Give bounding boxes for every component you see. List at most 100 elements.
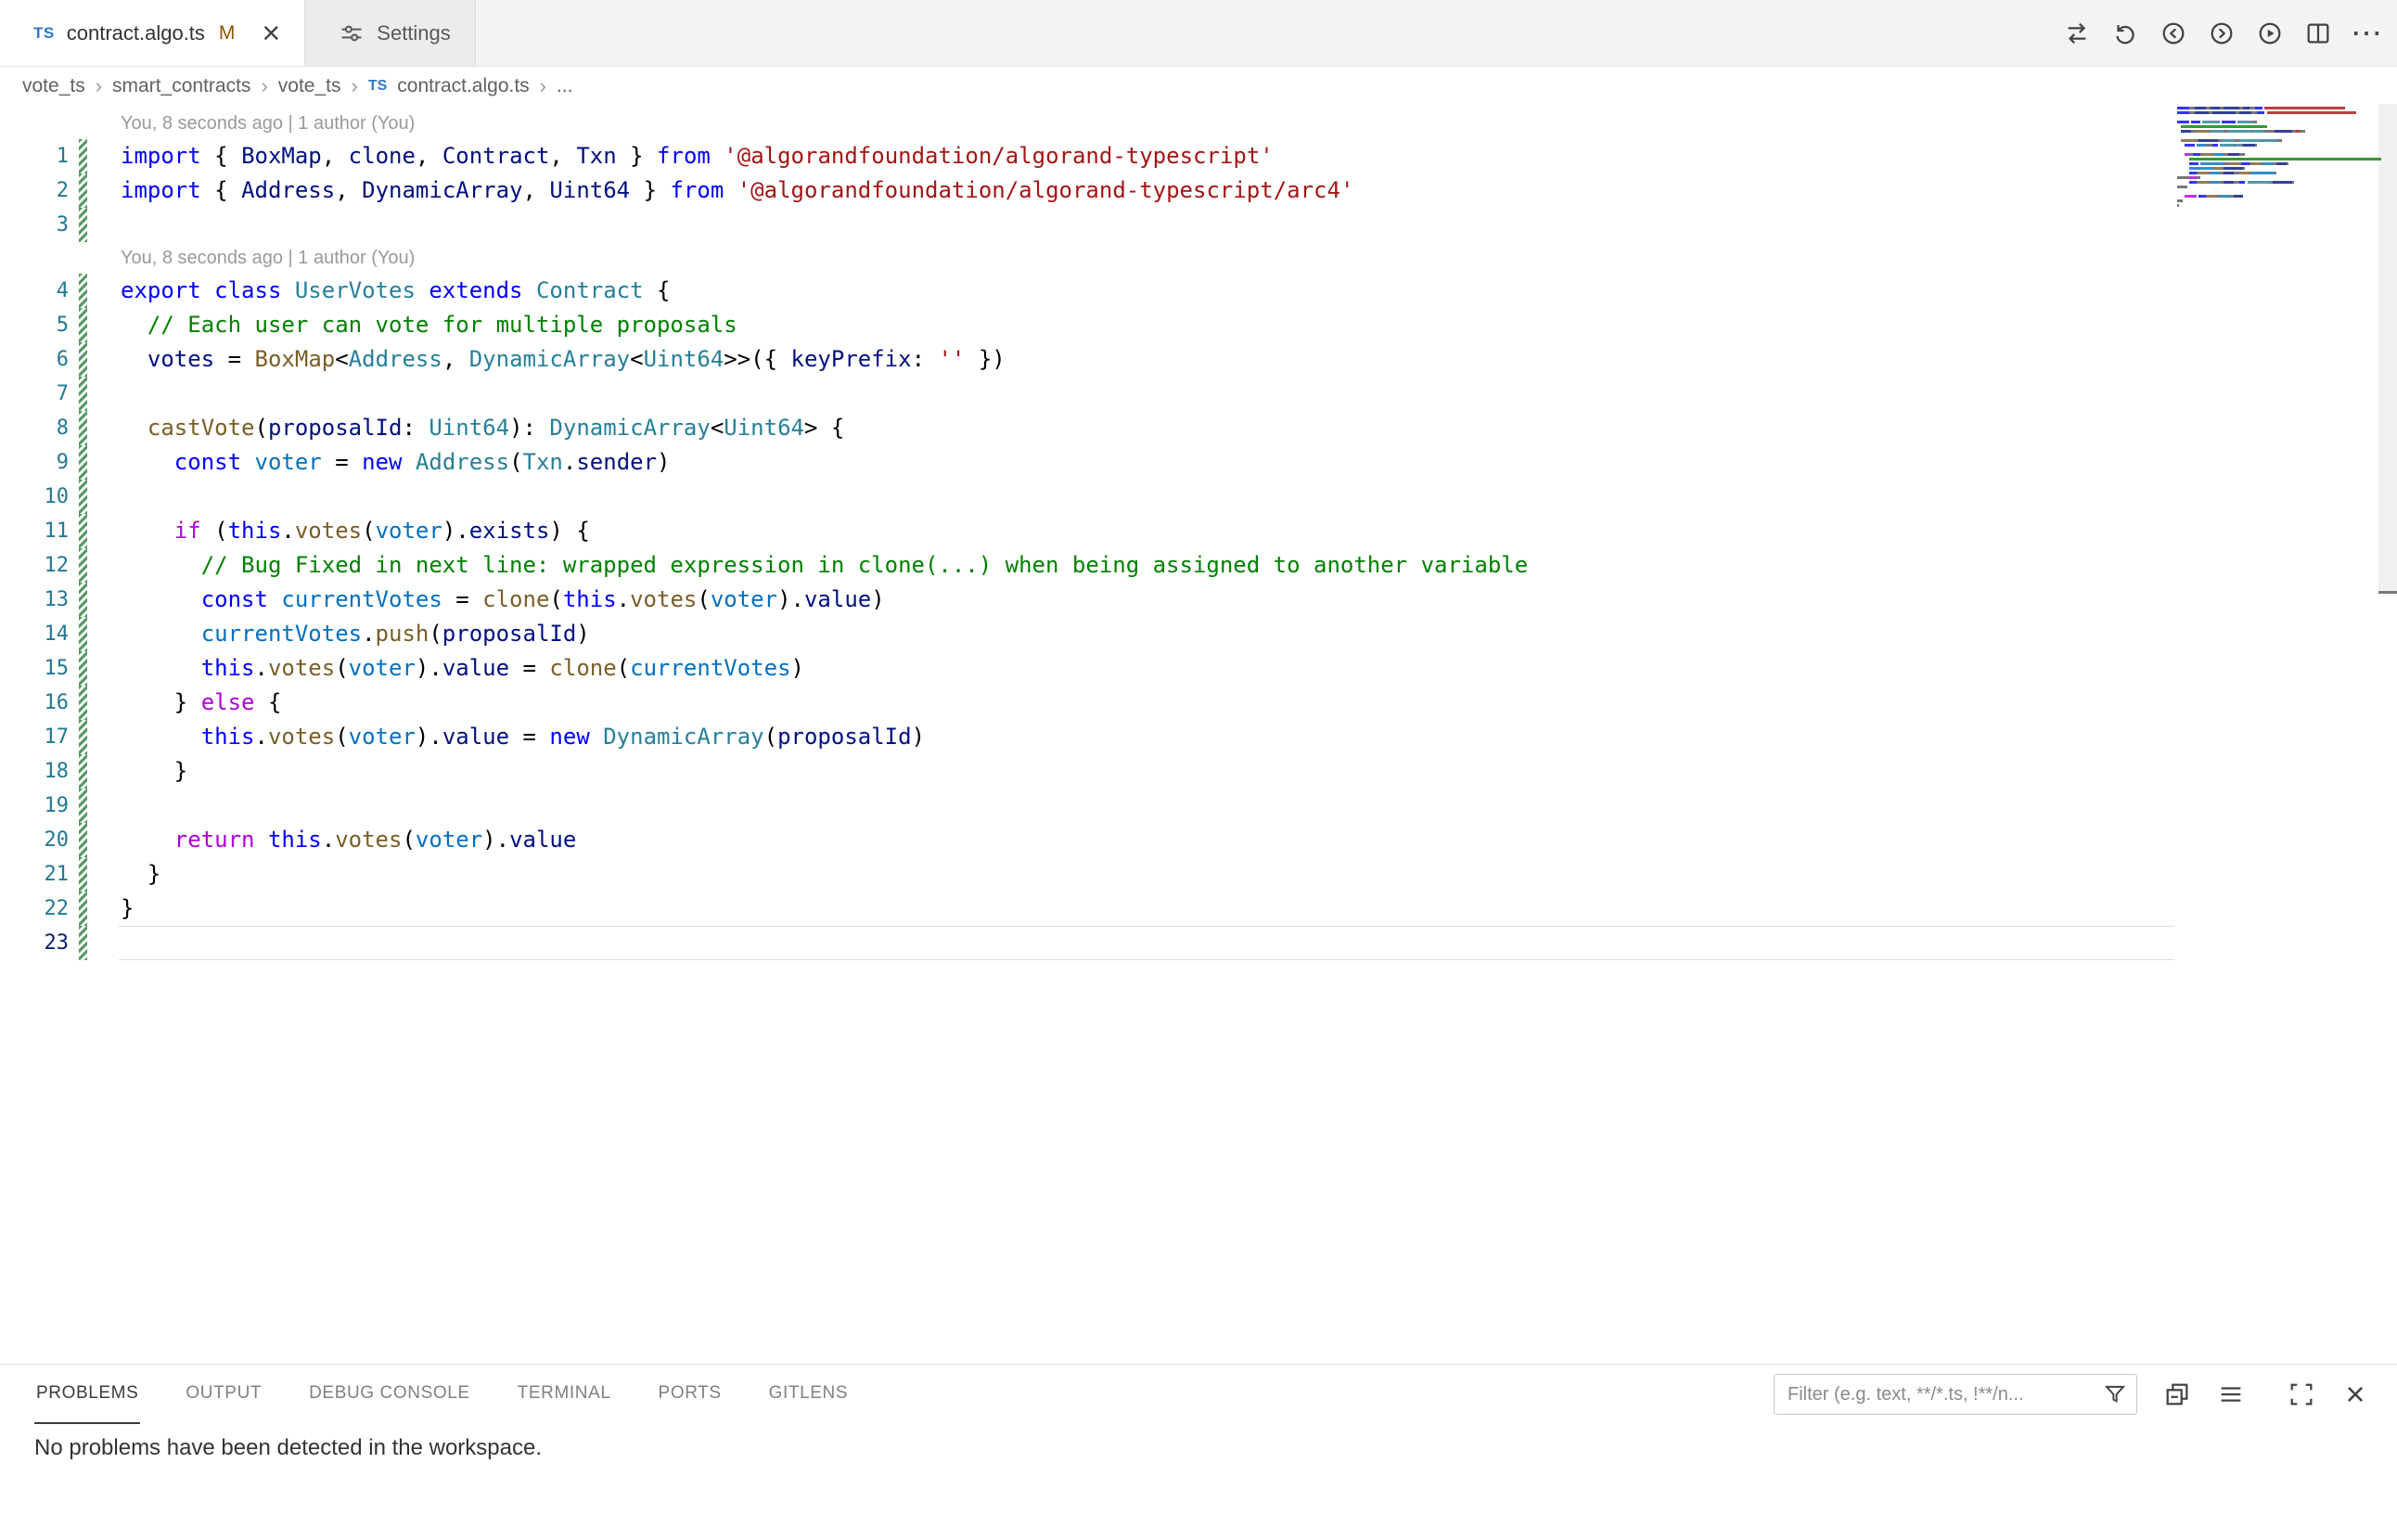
git-added-gutter-decoration — [79, 480, 87, 514]
line-number[interactable]: 2 — [0, 173, 69, 208]
git-added-gutter-decoration — [79, 173, 87, 208]
code-line-text[interactable]: // Each user can vote for multiple propo… — [121, 308, 737, 342]
breadcrumb-item-file[interactable]: contract.algo.ts — [397, 75, 529, 97]
code-line-text[interactable]: import { BoxMap, clone, Contract, Txn } … — [121, 139, 1274, 173]
code-row: 10 — [0, 480, 2397, 514]
code-line-text[interactable]: import { Address, DynamicArray, Uint64 }… — [121, 173, 1353, 208]
close-panel-button[interactable]: × — [2334, 1373, 2377, 1416]
codelens-row: You, 8 seconds ago | 1 author (You) — [0, 242, 2397, 274]
code-line-text[interactable]: currentVotes.push(proposalId) — [121, 617, 590, 651]
git-added-gutter-decoration — [79, 789, 87, 823]
code-line-text[interactable]: castVote(proposalId: Uint64): DynamicArr… — [121, 411, 844, 445]
problems-filter-input[interactable] — [1774, 1374, 2137, 1415]
more-actions-button[interactable]: ⋯ — [2345, 12, 2388, 55]
panel-tab-output[interactable]: OUTPUT — [184, 1365, 263, 1424]
code-row: 11 if (this.votes(voter).exists) { — [0, 514, 2397, 548]
panel-tab-ports[interactable]: PORTS — [657, 1365, 724, 1424]
code-row: 21 } — [0, 857, 2397, 892]
line-number[interactable]: 13 — [0, 583, 69, 617]
code-line-text[interactable]: export class UserVotes extends Contract … — [121, 274, 670, 308]
codelens-annotation[interactable]: You, 8 seconds ago | 1 author (You) — [121, 108, 415, 139]
tab-settings[interactable]: Settings — [305, 0, 476, 66]
line-number[interactable]: 11 — [0, 514, 69, 548]
panel-tab-terminal[interactable]: TERMINAL — [516, 1365, 613, 1424]
git-modified-badge: M — [219, 22, 236, 45]
line-number[interactable]: 8 — [0, 411, 69, 445]
breadcrumb-item[interactable]: smart_contracts — [112, 75, 250, 97]
filter-icon[interactable] — [2098, 1379, 2132, 1410]
next-change-button[interactable] — [2200, 12, 2243, 55]
split-editor-button[interactable] — [2297, 12, 2339, 55]
line-number[interactable]: 21 — [0, 857, 69, 892]
code-line-text[interactable]: } — [121, 754, 187, 789]
code-line-text[interactable]: } else { — [121, 686, 281, 720]
line-number[interactable]: 14 — [0, 617, 69, 651]
panel-tab-gitlens[interactable]: GITLENS — [767, 1365, 851, 1424]
tab-label: Settings — [377, 21, 451, 45]
tab-label: contract.algo.ts — [67, 21, 205, 45]
git-added-gutter-decoration — [79, 651, 87, 686]
line-number[interactable]: 9 — [0, 445, 69, 480]
code-line-text[interactable]: // Bug Fixed in next line: wrapped expre… — [121, 548, 1528, 583]
line-number[interactable]: 1 — [0, 139, 69, 173]
line-number[interactable]: 10 — [0, 480, 69, 514]
line-number[interactable]: 20 — [0, 823, 69, 857]
line-number[interactable]: 6 — [0, 342, 69, 377]
line-number[interactable]: 18 — [0, 754, 69, 789]
collapse-all-button[interactable] — [2156, 1373, 2198, 1416]
tab-contract-algo-ts[interactable]: TS contract.algo.ts M × — [0, 0, 305, 66]
code-row: 13 const currentVotes = clone(this.votes… — [0, 583, 2397, 617]
code-editor[interactable]: You, 8 seconds ago | 1 author (You) 1 impo… — [0, 104, 2397, 1364]
line-number[interactable]: 16 — [0, 686, 69, 720]
line-number[interactable]: 17 — [0, 720, 69, 754]
git-added-gutter-decoration — [79, 857, 87, 892]
previous-change-button[interactable] — [2152, 12, 2195, 55]
git-added-gutter-decoration — [79, 892, 87, 926]
maximize-panel-button[interactable] — [2280, 1373, 2323, 1416]
line-number[interactable]: 19 — [0, 789, 69, 823]
git-added-gutter-decoration — [79, 720, 87, 754]
code-line-text[interactable]: const voter = new Address(Txn.sender) — [121, 445, 671, 480]
line-number[interactable]: 22 — [0, 892, 69, 926]
code-row: 2 import { Address, DynamicArray, Uint64 … — [0, 173, 2397, 208]
compare-changes-button[interactable] — [2056, 12, 2098, 55]
code-line-text[interactable]: } — [121, 857, 160, 892]
breadcrumb-item[interactable]: vote_ts — [22, 75, 85, 97]
code-line-text[interactable]: votes = BoxMap<Address, DynamicArray<Uin… — [121, 342, 1006, 377]
run-file-button[interactable] — [2249, 12, 2291, 55]
line-number[interactable]: 23 — [0, 926, 69, 960]
panel-tab-debug-console[interactable]: DEBUG CONSOLE — [307, 1365, 472, 1424]
view-as-table-button[interactable] — [2210, 1373, 2252, 1416]
code-line-text[interactable]: if (this.votes(voter).exists) { — [121, 514, 590, 548]
bottom-panel: PROBLEMS OUTPUT DEBUG CONSOLE TERMINAL P… — [0, 1364, 2397, 1540]
code-line-text[interactable]: return this.votes(voter).value — [121, 823, 576, 857]
code-line-text[interactable]: } — [121, 892, 134, 926]
line-number[interactable]: 4 — [0, 274, 69, 308]
line-number[interactable]: 12 — [0, 548, 69, 583]
git-added-gutter-decoration — [79, 342, 87, 377]
code-row: 9 const voter = new Address(Txn.sender) — [0, 445, 2397, 480]
editor-scrollbar[interactable] — [2378, 104, 2397, 594]
line-number[interactable]: 5 — [0, 308, 69, 342]
typescript-file-icon: TS — [33, 24, 55, 43]
close-tab-icon[interactable]: × — [262, 18, 280, 49]
editor-tab-bar: TS contract.algo.ts M × Settings — [0, 0, 2397, 67]
code-row: 14 currentVotes.push(proposalId) — [0, 617, 2397, 651]
code-line-text[interactable]: this.votes(voter).value = clone(currentV… — [121, 651, 804, 686]
breadcrumb-item-symbol[interactable]: ... — [557, 75, 573, 97]
code-row: 16 } else { — [0, 686, 2397, 720]
codelens-annotation[interactable]: You, 8 seconds ago | 1 author (You) — [121, 242, 415, 274]
code-line-text[interactable]: const currentVotes = clone(this.votes(vo… — [121, 583, 885, 617]
line-number[interactable]: 7 — [0, 377, 69, 411]
revert-change-button[interactable] — [2104, 12, 2147, 55]
panel-tab-problems[interactable]: PROBLEMS — [34, 1365, 140, 1424]
line-number[interactable]: 3 — [0, 208, 69, 242]
code-row: 8 castVote(proposalId: Uint64): DynamicA… — [0, 411, 2397, 445]
line-number[interactable]: 15 — [0, 651, 69, 686]
code-line-text[interactable]: this.votes(voter).value = new DynamicArr… — [121, 720, 925, 754]
code-row: 18 } — [0, 754, 2397, 789]
minimap[interactable] — [2177, 107, 2391, 212]
breadcrumb-item[interactable]: vote_ts — [278, 75, 341, 97]
code-row: 1 import { BoxMap, clone, Contract, Txn }… — [0, 139, 2397, 173]
panel-actions: × — [1774, 1373, 2377, 1416]
